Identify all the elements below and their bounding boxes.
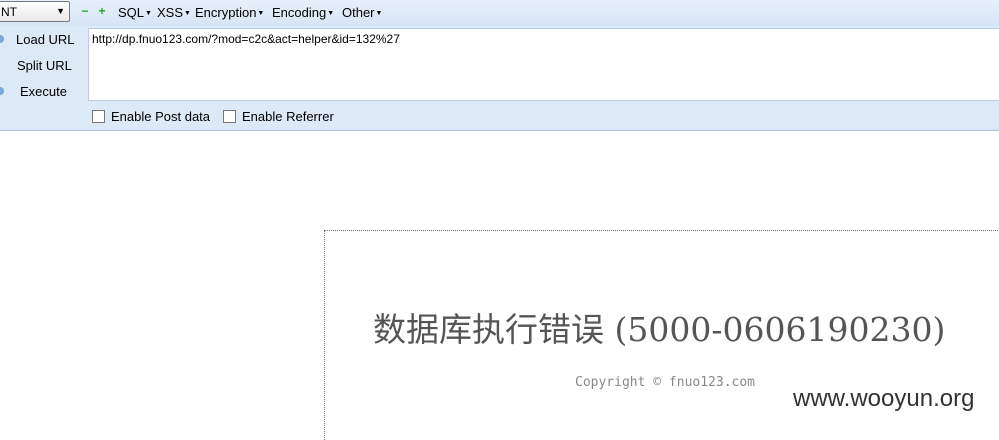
menu-encoding-label: Encoding <box>272 5 327 20</box>
menu-sql[interactable]: SQL▼ <box>118 5 152 20</box>
load-url-button[interactable]: Load URL <box>0 32 75 47</box>
execute-icon <box>0 87 4 95</box>
menu-encoding[interactable]: Encoding▼ <box>272 5 334 20</box>
menu-encryption-label: Encryption <box>195 5 257 20</box>
menu-xss[interactable]: XSS▼ <box>157 5 191 20</box>
watermark: www.wooyun.org <box>793 385 975 412</box>
split-url-label: Split URL <box>17 58 72 73</box>
caret-down-icon: ▼ <box>375 10 383 17</box>
checkbox-box[interactable] <box>92 110 105 123</box>
menu-other[interactable]: Other▼ <box>342 5 382 20</box>
caret-down-icon: ▼ <box>327 10 335 17</box>
enable-referrer-checkbox[interactable]: Enable Referrer <box>223 109 334 124</box>
hackbar-toolbar: NT ▼ − + SQL▼ XSS▼ Encryption▼ Encoding▼… <box>0 0 999 26</box>
menu-encryption[interactable]: Encryption▼ <box>195 5 264 20</box>
load-url-icon <box>0 35 4 43</box>
caret-down-icon: ▼ <box>184 10 191 17</box>
mode-select[interactable]: NT ▼ <box>0 1 70 22</box>
error-title: 数据库执行错误 (5000-0606190230) <box>373 310 946 349</box>
copyright-text: Copyright © fnuo123.com <box>575 375 756 390</box>
execute-label: Execute <box>20 84 67 99</box>
caret-down-icon: ▼ <box>257 10 265 17</box>
plus-icon[interactable]: + <box>97 5 107 17</box>
menu-xss-label: XSS <box>157 5 184 20</box>
url-textarea[interactable]: http://dp.fnuo123.com/?mod=c2c&act=helpe… <box>88 28 999 101</box>
caret-down-icon: ▼ <box>145 10 152 17</box>
checkbox-box[interactable] <box>223 110 236 123</box>
enable-post-data-label: Enable Post data <box>111 109 211 124</box>
chevron-down-icon: ▼ <box>56 6 65 16</box>
split-url-button[interactable]: Split URL <box>0 58 72 73</box>
hackbar-panel: NT ▼ − + SQL▼ XSS▼ Encryption▼ Encoding▼… <box>0 0 999 131</box>
minus-icon[interactable]: − <box>80 5 90 17</box>
load-url-label: Load URL <box>16 32 75 47</box>
menu-sql-label: SQL <box>118 5 145 20</box>
execute-button[interactable]: Execute <box>0 84 67 99</box>
enable-post-data-checkbox[interactable]: Enable Post data <box>92 109 210 124</box>
menu-other-label: Other <box>342 5 375 20</box>
enable-referrer-label: Enable Referrer <box>242 109 334 124</box>
mode-select-value: NT <box>1 5 17 19</box>
